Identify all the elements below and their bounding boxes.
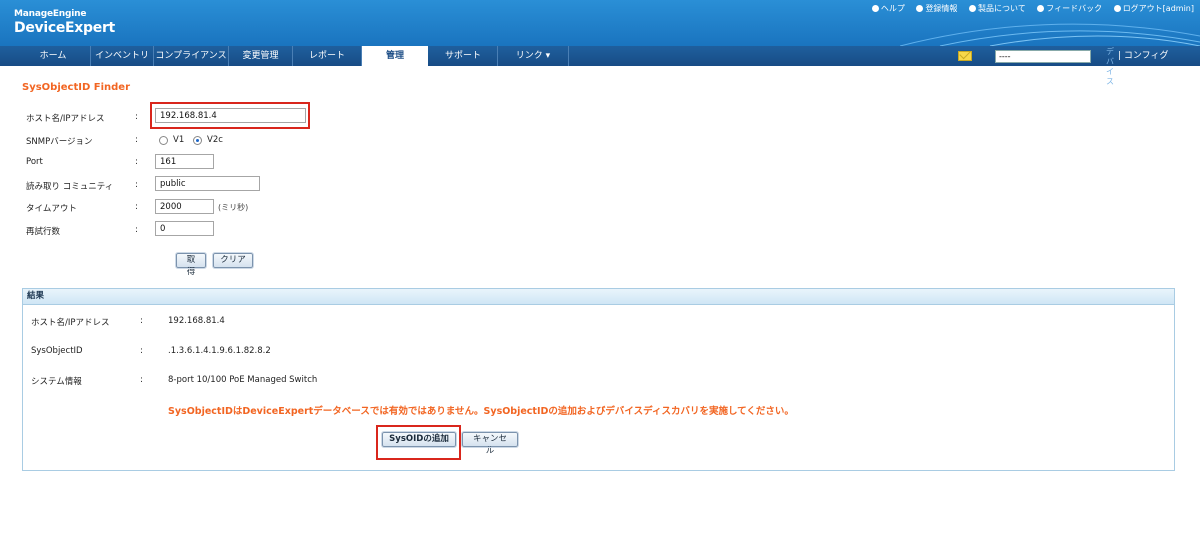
feedback-link[interactable]: フィードバック bbox=[1037, 4, 1102, 13]
port-row: Port : bbox=[26, 155, 526, 171]
brand-main-logo: DeviceExpert bbox=[14, 20, 115, 36]
tab-admin[interactable]: 管理 bbox=[362, 46, 428, 66]
snmp-colon: : bbox=[135, 135, 138, 145]
retries-colon: : bbox=[135, 225, 138, 235]
result-host-label: ホスト名/IPアドレス bbox=[31, 318, 110, 328]
snmp-v1-label: V1 bbox=[173, 135, 185, 145]
mail-icon[interactable] bbox=[958, 51, 972, 61]
results-heading: 結果 bbox=[23, 289, 1174, 305]
feedback-icon bbox=[1037, 5, 1045, 12]
tab-change-management[interactable]: 変更管理 bbox=[229, 46, 293, 66]
config-link[interactable]: | コンフィグ bbox=[1118, 48, 1168, 61]
result-sysinfo-colon: : bbox=[140, 375, 143, 385]
tab-inventory[interactable]: インベントリ bbox=[91, 46, 154, 66]
invalid-sysoid-warning: SysObjectIDはDeviceExpertデータベースでは有効ではありませ… bbox=[168, 406, 794, 417]
top-links: ヘルプ 登録情報 製品について フィードバック ログアウト[admin] bbox=[863, 3, 1194, 14]
brand-top-logo: ManageEngine bbox=[14, 9, 87, 19]
community-colon: : bbox=[135, 180, 138, 190]
snmp-row: SNMPバージョン : bbox=[26, 133, 526, 149]
retries-label: 再試行数 bbox=[26, 227, 61, 237]
result-sysinfo-label: システム情報 bbox=[31, 377, 82, 387]
device-search-input[interactable] bbox=[995, 50, 1091, 63]
result-row-sysobjectid: SysObjectID : .1.3.6.1.4.1.9.6.1.82.8.2 bbox=[31, 346, 731, 360]
help-icon bbox=[871, 5, 879, 12]
result-sysobjectid-label: SysObjectID bbox=[31, 346, 83, 356]
port-colon: : bbox=[135, 157, 138, 167]
snmp-v2c-label: V2c bbox=[207, 135, 223, 145]
port-input[interactable] bbox=[155, 154, 214, 169]
clear-button[interactable]: クリア bbox=[212, 252, 254, 269]
tab-links[interactable]: リンク ▾ bbox=[498, 46, 569, 66]
snmp-v1-radio[interactable] bbox=[159, 136, 168, 145]
tab-support[interactable]: サポート bbox=[429, 46, 498, 66]
help-link[interactable]: ヘルプ bbox=[871, 4, 905, 13]
host-input[interactable] bbox=[155, 108, 306, 123]
cancel-button[interactable]: キャンセル bbox=[461, 431, 519, 456]
tab-home[interactable]: ホーム bbox=[16, 46, 91, 66]
retries-row: 再試行数 : bbox=[26, 223, 526, 239]
app-header: ManageEngine DeviceExpert ヘルプ 登録情報 製品につい… bbox=[0, 0, 1200, 46]
host-colon: : bbox=[135, 112, 138, 122]
result-sysobjectid-colon: : bbox=[140, 346, 143, 356]
tab-compliance[interactable]: コンプライアンス bbox=[154, 46, 229, 66]
logout-link[interactable]: ログアウト[admin] bbox=[1113, 4, 1194, 13]
timeout-input[interactable] bbox=[155, 199, 214, 214]
result-row-host: ホスト名/IPアドレス : 192.168.81.4 bbox=[31, 316, 731, 330]
community-label: 読み取り コミュニティ bbox=[26, 182, 114, 192]
timeout-unit: (ミリ秒) bbox=[218, 203, 249, 212]
community-input[interactable] bbox=[155, 176, 260, 191]
result-row-sysinfo: システム情報 : 8-port 10/100 PoE Managed Switc… bbox=[31, 375, 731, 389]
timeout-row: タイムアウト : bbox=[26, 200, 526, 216]
result-sysobjectid-value: .1.3.6.1.4.1.9.6.1.82.8.2 bbox=[168, 346, 271, 356]
add-sysoid-button[interactable]: SysOIDの追加 bbox=[381, 431, 457, 448]
snmp-label: SNMPバージョン bbox=[26, 137, 93, 147]
register-icon bbox=[916, 5, 924, 12]
info-icon bbox=[968, 5, 976, 12]
tab-reports[interactable]: レポート bbox=[293, 46, 362, 66]
page-title: SysObjectID Finder bbox=[22, 82, 131, 93]
get-button[interactable]: 取得 bbox=[175, 252, 207, 277]
result-sysinfo-value: 8-port 10/100 PoE Managed Switch bbox=[168, 375, 318, 385]
timeout-colon: : bbox=[135, 202, 138, 212]
result-host-colon: : bbox=[140, 316, 143, 326]
snmp-v2c-radio[interactable] bbox=[193, 136, 202, 145]
timeout-label: タイムアウト bbox=[26, 204, 77, 214]
logout-icon bbox=[1113, 5, 1121, 12]
port-label: Port bbox=[26, 157, 43, 167]
results-panel: 結果 ホスト名/IPアドレス : 192.168.81.4 SysObjectI… bbox=[22, 288, 1175, 471]
device-search-button[interactable]: デバイス bbox=[1106, 47, 1116, 87]
retries-input[interactable] bbox=[155, 221, 214, 236]
host-label: ホスト名/IPアドレス bbox=[26, 114, 105, 124]
header-swoosh-decoration bbox=[900, 23, 1200, 46]
result-host-value: 192.168.81.4 bbox=[168, 316, 225, 326]
community-row: 読み取り コミュニティ : bbox=[26, 178, 526, 194]
register-link[interactable]: 登録情報 bbox=[916, 4, 957, 13]
about-link[interactable]: 製品について bbox=[968, 4, 1026, 13]
